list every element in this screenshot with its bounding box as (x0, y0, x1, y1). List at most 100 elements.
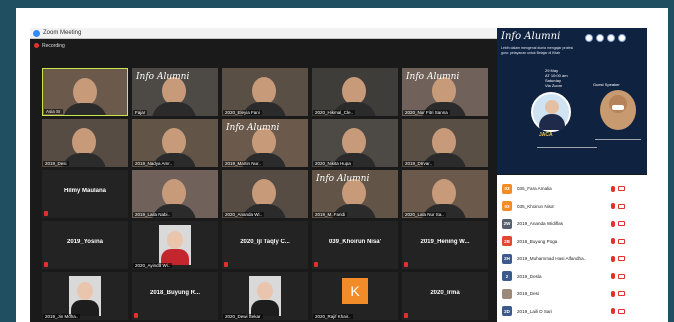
participant-tile[interactable]: Hilmy Maulana (42, 170, 128, 218)
participant-tile[interactable]: Info Alumni 2019_M..Faridi (312, 170, 398, 218)
video-off-icon[interactable] (618, 308, 625, 314)
video-gallery: Asia Sr Info Alumni Fajar 2020_Eleyia Fani 2… (42, 68, 490, 322)
participant-video (162, 128, 186, 156)
avatar: K (342, 278, 368, 304)
participant-row[interactable]: 03 035_Khoirun Nisa' (497, 199, 647, 214)
participant-row[interactable]: 03 035_Fara Amalia (497, 181, 647, 196)
participant-tile[interactable]: 2020_Ananda Wi.. (222, 170, 308, 218)
profile-photo (69, 276, 101, 316)
avatar: 2B (502, 236, 512, 246)
participant-tile[interactable]: 2020_Lala Nur Sa.. (402, 170, 488, 218)
participant-tile[interactable]: Asia Sr (42, 68, 128, 116)
virtual-background-text: Info Alumni (406, 72, 460, 82)
participant-name: 2019_Desi (517, 291, 539, 296)
mic-muted-icon (44, 211, 48, 216)
speaker-photo (600, 90, 636, 130)
signature (537, 140, 597, 148)
shared-screen-poster: Info Alumni Lebih dalam mengenal dunia m… (497, 28, 647, 174)
mic-muted-icon[interactable] (611, 185, 615, 192)
avatar: 2 (502, 271, 512, 281)
participant-video (62, 153, 106, 167)
participant-tile[interactable]: Info Alumni 2020_Nur Fitri Sanna (402, 68, 488, 116)
participant-tile[interactable]: 2019_Dtrvar.. (402, 119, 488, 167)
participant-tile[interactable]: Info Alumni 2019_Martin Nur.. (222, 119, 308, 167)
participant-tile[interactable]: 2019_Jin Moha.. (42, 272, 128, 320)
video-off-icon[interactable] (618, 256, 625, 261)
participant-tile[interactable]: 2019_Yosina (42, 221, 128, 269)
participant-name: Hilmy Maulana (63, 188, 106, 194)
avatar: 2D (502, 306, 512, 316)
mic-muted-icon[interactable] (611, 308, 615, 314)
participant-tile[interactable]: 2020_Hikmal_Cle.. (312, 68, 398, 116)
participant-tile[interactable]: Info Alumni Fajar (132, 68, 218, 116)
mic-muted-icon[interactable] (611, 203, 615, 209)
participant-name: 2019_Yosina (67, 239, 103, 245)
mic-muted-icon (404, 262, 408, 267)
participant-tile[interactable]: 2020_Irma (402, 272, 488, 320)
mic-muted-icon[interactable] (611, 273, 615, 279)
participant-name: 2019_Muhammad Hasi Alfandha.. (517, 256, 587, 261)
mic-muted-icon (224, 262, 228, 267)
video-off-icon[interactable] (618, 238, 625, 244)
participant-video (252, 77, 276, 105)
poster-description: Lebih dalam mengenal dunia mengajar prof… (501, 46, 573, 55)
participant-name: 2019_Desla (517, 273, 542, 279)
participant-video (432, 179, 456, 207)
participant-tile[interactable]: 2018_Buyung R... (132, 272, 218, 320)
logo-icon (618, 34, 626, 42)
participant-video (342, 77, 366, 105)
participant-row[interactable]: 2019_Desi (497, 286, 647, 301)
participant-tile[interactable]: K 2020_Rajif Khair.. (312, 272, 398, 320)
mic-muted-icon (314, 262, 318, 267)
participant-name: 2019_Martin Nur.. (223, 161, 263, 166)
participant-name: 2020_Eleyia Fani (223, 110, 262, 115)
participant-tile[interactable]: 2020_Ayinda Wi.. (132, 221, 218, 269)
mic-muted-icon (44, 262, 48, 267)
participant-tile[interactable]: 2020_Nikita Hupa (312, 119, 398, 167)
participant-name: 2020_Lala Nur Sa.. (403, 212, 446, 217)
participant-row[interactable]: 2B 2018_Buyung Poga (497, 234, 647, 249)
participant-row[interactable]: 2W 2019_Ananda Widiflas (497, 216, 647, 231)
mic-muted-icon[interactable] (611, 255, 615, 262)
participant-name: 2019_Nadya Amr.. (133, 161, 175, 166)
video-off-icon[interactable] (618, 186, 625, 191)
virtual-background-text: Info Alumni (226, 123, 280, 133)
participant-name: 2019_Desi (43, 161, 69, 166)
video-off-icon[interactable] (618, 203, 625, 209)
video-off-icon[interactable] (618, 291, 625, 296)
recording-indicator[interactable]: Recording (34, 41, 65, 50)
participant-tile[interactable]: 2020_Dewi Sekar (222, 272, 308, 320)
avatar: 03 (502, 201, 512, 211)
mic-muted-icon[interactable] (611, 290, 615, 297)
participant-name: 2019_Laila Nabi.. (133, 212, 173, 217)
avatar: 2W (502, 218, 512, 229)
participant-name: 2020_Irma (430, 290, 460, 296)
mic-muted-icon[interactable] (611, 238, 615, 244)
participant-name: 2019_Jin Moha.. (43, 314, 81, 319)
participant-name: Asia Sr (44, 109, 63, 114)
participant-name: 039_Khoirun Nisa' (328, 239, 382, 245)
participant-tile[interactable]: 2020_Ijl Taqly C... (222, 221, 308, 269)
participant-tile[interactable]: 2019_Laila Nabi.. (132, 170, 218, 218)
mic-muted-icon[interactable] (611, 220, 615, 227)
speaker-photo (531, 92, 571, 132)
participant-tile[interactable]: 2019_Hening W... (402, 221, 488, 269)
video-off-icon[interactable] (618, 221, 625, 226)
participant-name: 2020_Rajif Khair.. (313, 314, 353, 319)
participant-video (72, 128, 96, 156)
participant-tile[interactable]: 2019_Desi (42, 119, 128, 167)
participant-tile[interactable]: 2020_Eleyia Fani (222, 68, 308, 116)
participant-name: 2019_Dtrvar.. (403, 161, 435, 166)
participant-row[interactable]: 2 2019_Desla (497, 269, 647, 284)
poster-logo: JACA (539, 132, 553, 138)
participant-video (252, 179, 276, 207)
video-off-icon[interactable] (618, 273, 625, 279)
signature (595, 134, 641, 140)
participant-video (342, 128, 366, 156)
participant-row[interactable]: 2D 2019_Laili D Sari (497, 304, 647, 319)
participant-tile[interactable]: 039_Khoirun Nisa' (312, 221, 398, 269)
poster-event-info: 29 May AT 10:00 am Saturday Via Zoom (545, 68, 568, 88)
participant-row[interactable]: 2H 2019_Muhammad Hasi Alfandha.. (497, 251, 647, 266)
participant-tile[interactable]: 2019_Nadya Amr.. (132, 119, 218, 167)
participant-name: 2020_Hikmal_Cle.. (313, 110, 356, 115)
